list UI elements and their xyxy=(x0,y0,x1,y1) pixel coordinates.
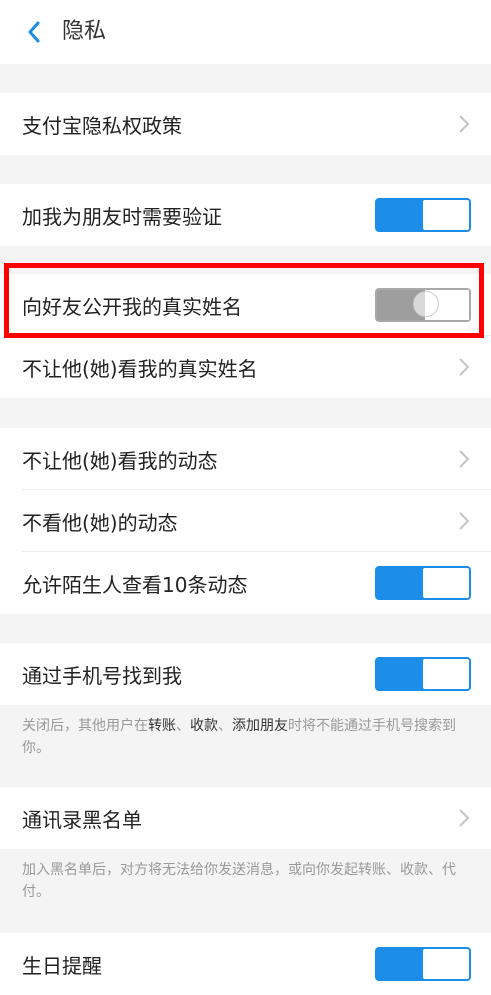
note-text: 、 xyxy=(218,718,232,734)
chevron-right-icon xyxy=(457,510,471,532)
row-label: 不让他(她)看我的动态 xyxy=(22,448,218,473)
toggle-knob xyxy=(423,200,469,230)
toggle-knob xyxy=(423,949,469,979)
note-keyword: 添加朋友 xyxy=(232,718,288,734)
note-keyword: 转账 xyxy=(148,718,176,734)
chevron-right-icon xyxy=(457,448,471,470)
section-gap xyxy=(0,398,491,428)
phone-note: 关闭后，其他用户在转账、收款、添加朋友时将不能通过手机号搜索到你。 xyxy=(0,705,491,787)
row-label: 通讯录黑名单 xyxy=(22,807,142,832)
row-label: 通过手机号找到我 xyxy=(22,663,182,688)
chevron-right-icon xyxy=(457,113,471,135)
row-label: 向好友公开我的真实姓名 xyxy=(22,294,242,319)
row-birthday-reminder: 生日提醒 xyxy=(0,933,491,995)
note-text: 关闭后，其他用户在 xyxy=(22,718,148,734)
header-bar: 隐私 xyxy=(0,0,491,64)
row-find-by-phone: 通过手机号找到我 xyxy=(0,643,491,705)
find-by-phone-toggle[interactable] xyxy=(375,657,471,691)
chevron-right-icon xyxy=(457,356,471,378)
row-label: 允许陌生人查看10条动态 xyxy=(22,572,248,597)
row-hide-moments[interactable]: 不让他(她)看我的动态 xyxy=(0,428,491,490)
row-label: 加我为朋友时需要验证 xyxy=(22,204,222,229)
toggle-knob xyxy=(423,659,469,689)
touch-ring xyxy=(413,291,439,317)
section-gap xyxy=(0,614,491,643)
row-label: 不看他(她)的动态 xyxy=(22,510,178,535)
friend-verify-toggle[interactable] xyxy=(375,198,471,232)
row-friend-verify: 加我为朋友时需要验证 xyxy=(0,184,491,246)
section-gap xyxy=(0,246,491,274)
toggle-knob xyxy=(423,568,469,598)
page-title: 隐私 xyxy=(62,19,107,44)
stranger-view-toggle[interactable] xyxy=(375,566,471,600)
blacklist-note: 加入黑名单后，对方将无法给你发送消息，或向你发起转账、收款、代付。 xyxy=(0,849,491,933)
row-hide-real-name[interactable]: 不让他(她)看我的真实姓名 xyxy=(0,336,491,398)
section-gap xyxy=(0,155,491,184)
note-text: 、 xyxy=(176,718,190,734)
row-blacklist[interactable]: 通讯录黑名单 xyxy=(0,787,491,849)
row-stranger-view: 允许陌生人查看10条动态 xyxy=(0,552,491,614)
row-label: 生日提醒 xyxy=(22,953,102,978)
section-gap xyxy=(0,64,491,93)
birthday-reminder-toggle[interactable] xyxy=(375,947,471,981)
row-label: 不让他(她)看我的真实姓名 xyxy=(22,356,258,381)
chevron-left-icon xyxy=(28,21,40,43)
row-show-real-name: 向好友公开我的真实姓名 xyxy=(0,274,491,336)
note-keyword: 收款 xyxy=(190,718,218,734)
show-real-name-toggle[interactable] xyxy=(375,288,471,322)
row-not-view-moments[interactable]: 不看他(她)的动态 xyxy=(0,490,491,552)
row-privacy-policy[interactable]: 支付宝隐私权政策 xyxy=(0,93,491,155)
back-button[interactable] xyxy=(20,18,48,46)
row-label: 支付宝隐私权政策 xyxy=(22,113,182,138)
chevron-right-icon xyxy=(457,807,471,829)
